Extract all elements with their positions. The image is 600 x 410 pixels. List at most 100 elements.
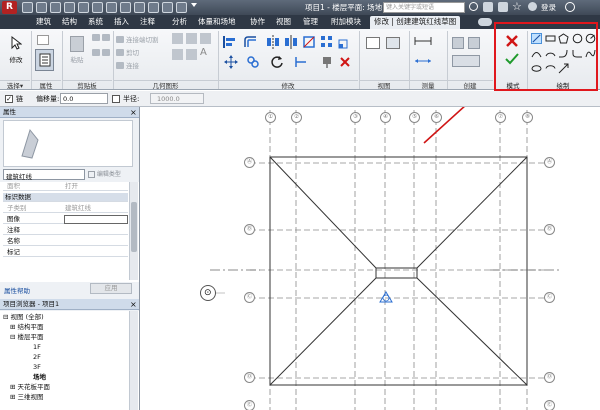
prop-row-area[interactable]: 面积 打开 [3,182,128,191]
grid-label-right-a[interactable]: Ⓐ [544,157,555,168]
undo-icon[interactable] [50,2,61,13]
grid-label-right-e[interactable]: Ⓔ [544,400,555,410]
split-face-icon[interactable] [172,33,183,44]
override-graphics-icon[interactable] [386,37,400,49]
open-icon[interactable] [22,2,33,13]
grid-label-left-b[interactable]: Ⓑ [244,224,255,235]
spline-icon[interactable] [585,48,596,59]
grid-label-right-c[interactable]: Ⓒ [544,292,555,303]
properties-close-icon[interactable]: × [130,108,137,117]
line-tool-icon[interactable] [531,33,542,44]
ellipse-icon[interactable] [531,63,542,74]
3d-view-icon[interactable] [120,2,131,13]
hide-in-view-icon[interactable] [366,37,380,49]
subscription-icon[interactable] [483,2,493,12]
text-a-icon[interactable]: A [200,47,207,58]
properties-button[interactable] [35,49,54,71]
tab-insert[interactable]: 插入 [114,17,129,27]
drawing-canvas[interactable]: ① ② ③ ④ ⑤ ⑥ ⑦ ⑧ Ⓐ Ⓑ Ⓒ Ⓓ Ⓔ Ⓐ Ⓑ Ⓒ Ⓓ Ⓔ ⊙ [140,107,600,410]
user-icon[interactable] [528,2,537,11]
delete-icon[interactable] [340,57,350,67]
text-icon[interactable] [106,2,117,13]
arc-center-icon[interactable] [545,48,556,59]
tree-views-all[interactable]: ⊟ 视图 (全部) [3,313,44,322]
cancel-edit-icon[interactable] [505,34,519,48]
rotate-icon[interactable] [270,55,284,69]
properties-scrollbar[interactable] [129,182,138,280]
scroll-thumb[interactable] [131,202,137,252]
properties-help-link[interactable]: 属性帮助 [4,285,30,295]
tree-ceiling-plans[interactable]: ⊞ 天花板平面 [10,383,50,392]
tree-floor-3f[interactable]: 3F [33,363,41,372]
demolish-icon[interactable] [200,33,211,44]
move-icon[interactable] [224,55,238,69]
app-logo-icon[interactable]: R [2,1,17,14]
prop-row-image[interactable]: 图像 [3,215,128,224]
pick-lines-icon[interactable] [558,63,569,74]
tree-3d-views[interactable]: ⊞ 三维视图 [10,393,44,402]
copy-element-icon[interactable] [246,55,260,69]
tree-structural-plans[interactable]: ⊞ 结构平面 [10,323,44,332]
prop-row-comments[interactable]: 注释 [3,226,128,235]
tab-addins[interactable]: 附加模块 [331,17,361,27]
grid-label-top-6[interactable]: ⑥ [431,112,442,123]
offset-input[interactable]: 0.0 [60,93,108,104]
prop-section-identity[interactable]: 标识数据 [3,193,128,202]
fillet-arc-icon[interactable] [572,48,583,59]
grid-label-top-2[interactable]: ② [291,112,302,123]
switch-windows-icon[interactable] [176,2,187,13]
polygon-tool-icon[interactable] [558,33,569,44]
panel-toggle-icon[interactable] [478,18,492,26]
tab-massing-site[interactable]: 体量和场地 [198,17,236,27]
join-button[interactable] [92,49,110,56]
qat-dropdown-icon[interactable] [191,3,197,7]
split-icon[interactable] [302,35,316,49]
grid-label-top-7[interactable]: ⑦ [495,112,506,123]
paste-button[interactable]: 粘贴 [66,33,88,67]
grid-label-left-e[interactable]: Ⓔ [244,400,255,410]
tab-structure[interactable]: 结构 [62,17,77,27]
tree-floor-1f[interactable]: 1F [33,343,41,352]
arc-tangent-icon[interactable] [558,48,569,59]
mirror-pick-icon[interactable] [266,35,280,49]
chain-checkbox[interactable]: ✓ [5,95,13,103]
tab-annotate[interactable]: 注释 [140,17,155,27]
tab-analyze[interactable]: 分析 [172,17,187,27]
grid-label-top-1[interactable]: ① [265,112,276,123]
tab-modify-create-property-line[interactable]: 修改 | 创建建筑红线草图 [370,16,461,29]
tab-architecture[interactable]: 建筑 [36,17,51,27]
close-hidden-icon[interactable] [162,2,173,13]
array-icon[interactable] [320,35,334,49]
scale-icon[interactable] [338,35,352,49]
tab-collaborate[interactable]: 协作 [250,17,265,27]
paint-icon[interactable] [186,33,197,44]
section-marker[interactable]: ⊙ [200,285,216,301]
grid-label-left-a[interactable]: Ⓐ [244,157,255,168]
create-part-icon[interactable] [452,55,480,67]
tab-systems[interactable]: 系统 [88,17,103,27]
circle-center-tool-icon[interactable] [585,33,596,44]
mirror-draw-icon[interactable] [284,35,298,49]
tree-floor-2f[interactable]: 2F [33,353,41,362]
thin-lines-icon[interactable] [148,2,159,13]
help-icon[interactable] [565,2,575,12]
prop-row-subcategory[interactable]: 子类别 建筑红线 [3,204,128,213]
circle-tool-icon[interactable] [572,33,583,44]
grid-label-right-d[interactable]: Ⓓ [544,372,555,383]
browser-scrollbar[interactable] [129,311,138,410]
search-input[interactable]: 键入关键字或短语 [383,2,465,13]
radius-checkbox[interactable] [112,95,120,103]
grid-label-top-5[interactable]: ⑤ [409,112,420,123]
cut-geometry-button[interactable]: 剪切 [116,47,139,57]
grid-label-top-4[interactable]: ④ [380,112,391,123]
measure-between-icon[interactable] [414,35,432,47]
partial-ellipse-icon[interactable] [545,63,556,74]
redo-icon[interactable] [64,2,75,13]
group-select-label[interactable]: 选择▾ [0,80,30,90]
modify-button[interactable]: 修改 [6,33,26,67]
trim-extend-icon[interactable] [294,55,308,69]
offset-icon[interactable] [244,35,258,49]
prop-row-name[interactable]: 名称 [3,237,128,246]
type-properties-icon[interactable] [37,35,49,45]
cope-button[interactable]: 连接端切割 [116,34,159,44]
